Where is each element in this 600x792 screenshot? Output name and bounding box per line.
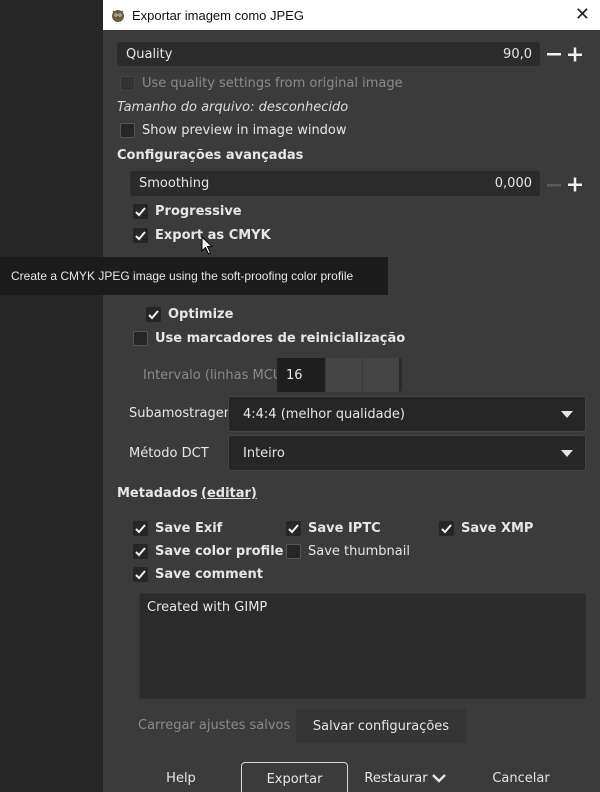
background-area — [0, 0, 103, 792]
restore-button[interactable]: Restaurar — [360, 764, 450, 792]
use-quality-original-label: Use quality settings from original image — [142, 76, 403, 91]
save-color-profile-checkbox[interactable]: Save color profile — [133, 544, 283, 559]
checkbox-box — [133, 544, 148, 559]
minus-icon[interactable] — [546, 47, 562, 61]
checkbox-box — [133, 331, 148, 346]
load-saved-settings-button[interactable]: Carregar ajustes salvos — [138, 718, 290, 733]
plus-icon[interactable] — [567, 47, 583, 63]
check-icon — [148, 310, 159, 320]
check-icon — [135, 570, 146, 580]
dct-dropdown[interactable]: Inteiro — [228, 435, 586, 471]
close-icon[interactable]: ✕ — [575, 4, 590, 25]
save-thumbnail-checkbox[interactable]: Save thumbnail — [286, 544, 410, 559]
save-xmp-checkbox[interactable]: Save XMP — [439, 521, 533, 536]
restore-label: Restaurar — [364, 770, 428, 786]
chevron-down-icon — [431, 774, 446, 783]
cancel-label: Cancelar — [492, 770, 550, 786]
plus-icon[interactable] — [567, 177, 583, 193]
dct-label: Método DCT — [129, 446, 209, 461]
dropdown-arrow-icon — [561, 449, 573, 457]
mouse-cursor-icon — [201, 236, 214, 255]
checkbox-box — [133, 204, 148, 219]
save-iptc-checkbox[interactable]: Save IPTC — [286, 521, 381, 536]
quality-slider[interactable]: Quality 90,0 — [117, 42, 540, 66]
dropdown-arrow-icon — [561, 410, 573, 418]
checkbox-box — [133, 521, 148, 536]
check-icon — [135, 207, 146, 217]
dct-value: Inteiro — [243, 445, 285, 461]
checkbox-box — [146, 307, 161, 322]
subsampling-value: 4:4:4 (melhor qualidade) — [243, 406, 405, 422]
gimp-icon — [112, 10, 124, 22]
restart-markers-checkbox[interactable]: Use marcadores de reinicialização — [133, 331, 405, 346]
quality-value: 90,0 — [503, 46, 532, 62]
interval-increment-button[interactable] — [362, 358, 399, 392]
checkbox-box — [133, 567, 148, 582]
file-size-label: Tamanho do arquivo: desconhecido — [117, 100, 349, 115]
checkbox-box — [133, 228, 148, 243]
progressive-checkbox[interactable]: Progressive — [133, 204, 242, 219]
save-exif-label: Save Exif — [155, 521, 223, 536]
optimize-checkbox[interactable]: Optimize — [146, 307, 233, 322]
check-icon — [135, 524, 146, 534]
restart-markers-label: Use marcadores de reinicialização — [155, 331, 406, 346]
help-label: Help — [166, 770, 196, 786]
save-thumbnail-label: Save thumbnail — [308, 544, 410, 559]
subsampling-label: Subamostragem — [129, 406, 237, 421]
save-exif-checkbox[interactable]: Save Exif — [133, 521, 222, 536]
save-xmp-label: Save XMP — [461, 521, 534, 536]
show-preview-checkbox[interactable]: Show preview in image window — [120, 123, 347, 138]
use-quality-original-checkbox[interactable]: Use quality settings from original image — [120, 76, 403, 91]
checkbox-box — [286, 521, 301, 536]
cancel-button[interactable]: Cancelar — [485, 764, 557, 792]
check-icon — [135, 547, 146, 557]
tooltip: Create a CMYK JPEG image using the soft-… — [0, 257, 388, 295]
save-settings-label: Salvar configurações — [312, 718, 450, 734]
help-button[interactable]: Help — [150, 764, 212, 792]
export-button[interactable]: Exportar — [241, 762, 348, 792]
metadata-edit-link[interactable]: (editar) — [201, 486, 257, 501]
checkbox-box — [286, 544, 301, 559]
interval-spinbutton[interactable]: 16 — [277, 358, 402, 392]
checkbox-box — [120, 123, 135, 138]
checkbox-box — [120, 76, 135, 91]
check-icon — [441, 524, 452, 534]
save-comment-label: Save comment — [155, 567, 263, 582]
optimize-label: Optimize — [168, 307, 234, 322]
check-icon — [288, 524, 299, 534]
check-icon — [135, 231, 146, 241]
metadata-title: Metadados — [117, 486, 198, 501]
interval-decrement-button[interactable] — [325, 358, 362, 392]
progressive-label: Progressive — [155, 204, 242, 219]
interval-value[interactable]: 16 — [277, 358, 325, 392]
comment-textarea[interactable]: Created with GIMP — [139, 593, 586, 699]
save-comment-checkbox[interactable]: Save comment — [133, 567, 263, 582]
save-color-profile-label: Save color profile — [155, 544, 284, 559]
export-label: Exportar — [266, 771, 323, 787]
show-preview-label: Show preview in image window — [142, 123, 347, 138]
smoothing-label: Smoothing — [139, 176, 210, 191]
quality-label: Quality — [126, 46, 173, 62]
interval-label: Intervalo (linhas MCU): — [143, 368, 292, 383]
title-bar: Exportar imagem como JPEG ✕ — [103, 0, 600, 30]
subsampling-dropdown[interactable]: 4:4:4 (melhor qualidade) — [228, 396, 586, 432]
save-iptc-label: Save IPTC — [308, 521, 381, 536]
advanced-settings-title: Configurações avançadas — [117, 148, 304, 163]
minus-icon[interactable] — [546, 178, 562, 192]
save-settings-button[interactable]: Salvar configurações — [296, 709, 466, 743]
checkbox-box — [439, 521, 454, 536]
smoothing-value: 0,000 — [494, 176, 532, 191]
smoothing-slider[interactable]: Smoothing 0,000 — [130, 171, 540, 196]
window-title: Exportar imagem como JPEG — [132, 7, 304, 23]
